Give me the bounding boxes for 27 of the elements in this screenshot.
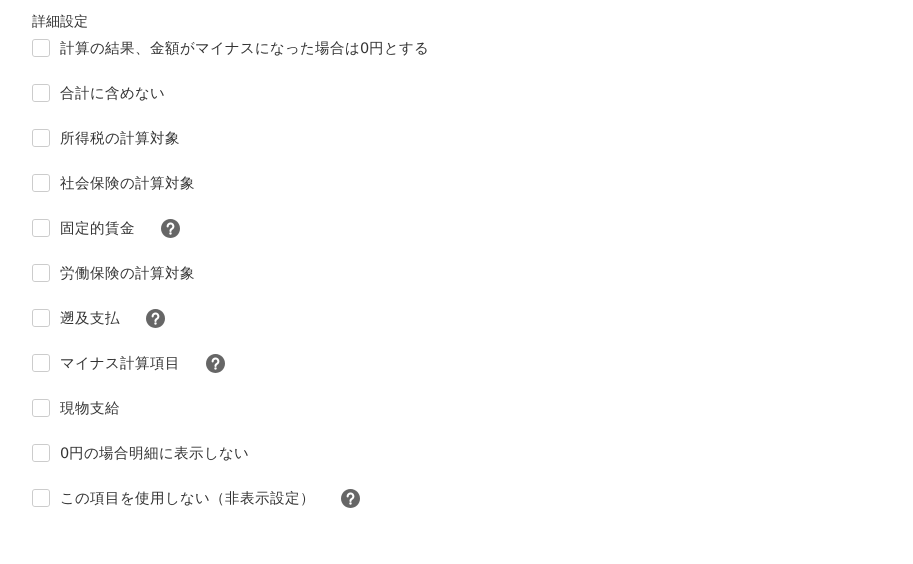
checkbox[interactable] [32,174,50,192]
checkbox[interactable] [32,84,50,102]
checkbox[interactable] [32,39,50,57]
help-icon[interactable] [206,354,225,372]
checkbox[interactable] [32,399,50,417]
checkbox[interactable] [32,354,50,372]
checkbox[interactable] [32,129,50,147]
option-label: 固定的賃金 [60,220,135,238]
section-title: 詳細設定 [32,13,88,32]
option-label: 0円の場合明細に表示しない [60,444,250,462]
option-label: 社会保険の計算対象 [60,174,195,192]
option-label: 所得税の計算対象 [60,130,180,148]
checkbox[interactable] [32,444,50,462]
option-label: 合計に含めない [60,84,165,102]
help-icon[interactable] [146,308,165,328]
option-label: 遡及支払 [60,310,120,328]
help-icon[interactable] [161,218,180,238]
option-label: マイナス計算項目 [60,354,180,372]
option-label: 計算の結果、金額がマイナスになった場合は0円とする [60,40,430,58]
option-label: この項目を使用しない（非表示設定） [60,490,315,508]
checkbox[interactable] [32,489,50,507]
option-label: 労働保険の計算対象 [60,264,195,282]
checkbox[interactable] [32,309,50,327]
option-label: 現物支給 [60,400,120,418]
checkbox[interactable] [32,219,50,237]
help-icon[interactable] [341,488,360,508]
checkbox[interactable] [32,264,50,282]
